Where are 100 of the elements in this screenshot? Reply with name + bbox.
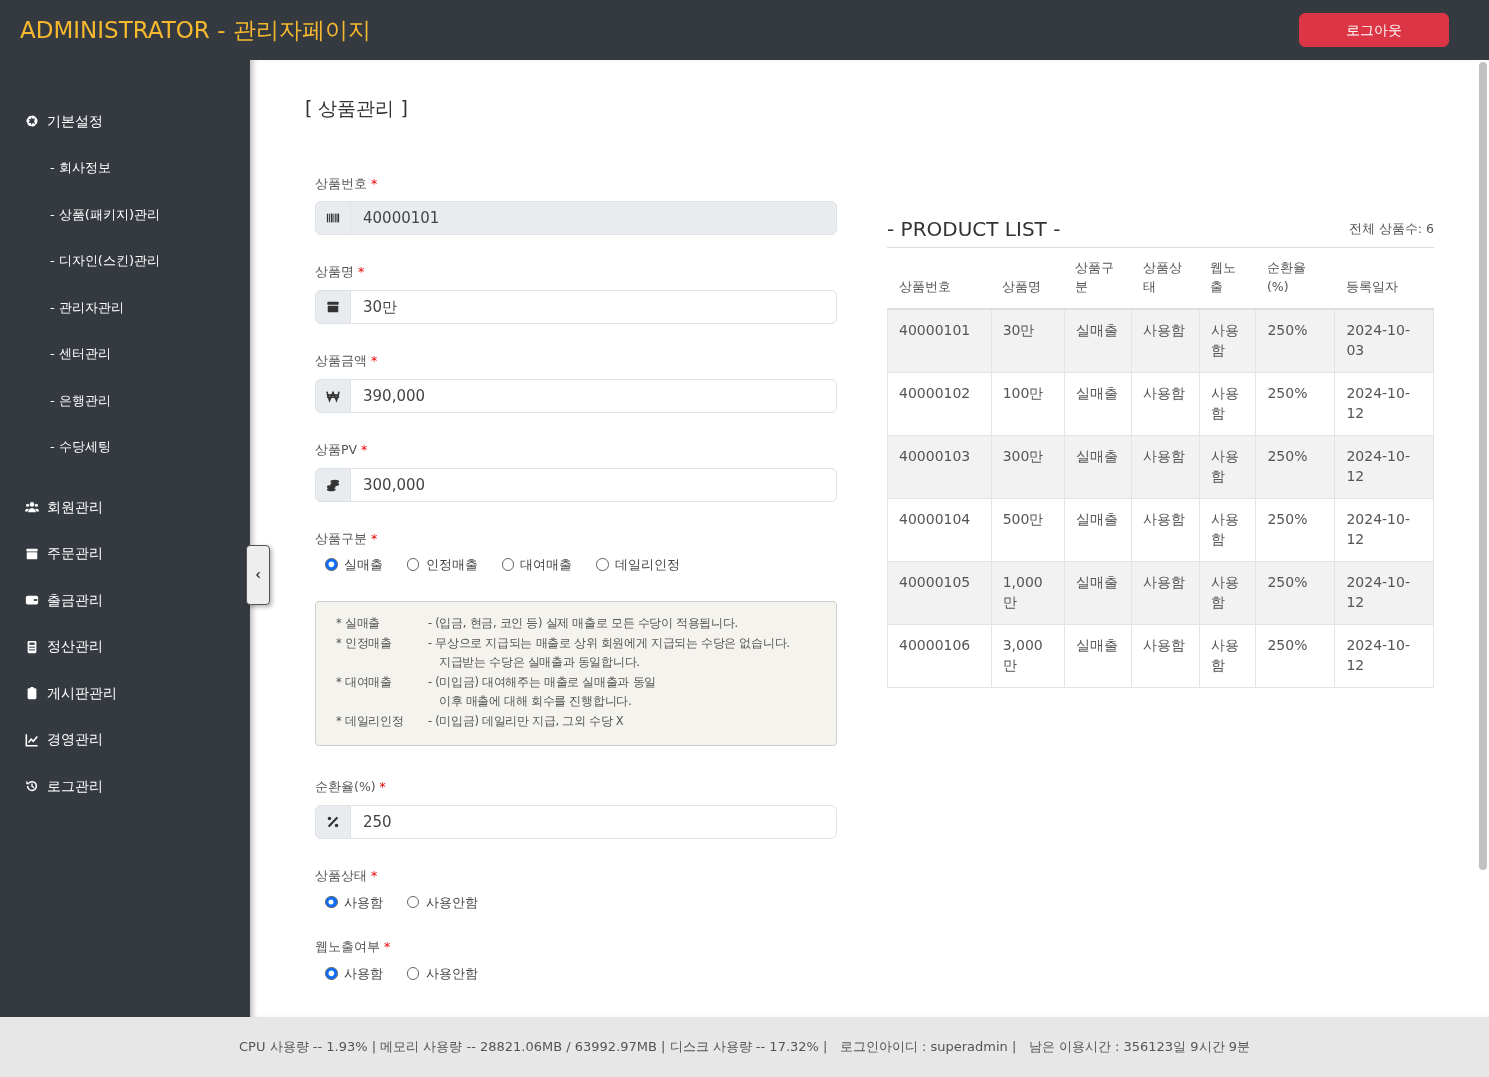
collapse-toggle-button[interactable] [246,545,270,605]
section-title: [ 상품관리 ] [305,96,409,121]
radio-button[interactable] [596,558,609,571]
sidebar-item[interactable]: 출금관리 [0,577,250,624]
radio-label[interactable]: 실매출 [343,556,383,575]
column-header: 웹노출 [1199,247,1256,309]
field-label: 상품상태 * [315,866,379,885]
table-cell: 2024-10-12 [1334,498,1434,561]
logout-button[interactable]: 로그아웃 [1299,13,1449,47]
table-cell: 250% [1255,435,1335,498]
table-cell: 1,000만 [991,561,1064,624]
radio-label[interactable]: 인정매출 [425,556,478,575]
calculator-icon [25,639,39,654]
table-cell: 사용함 [1199,498,1256,561]
table-cell: 사용함 [1131,624,1200,687]
submenu-item[interactable]: - 회사정보 [0,144,250,191]
required-mark: * [371,530,378,546]
table-cell: 250% [1255,561,1335,624]
total-count: 전체 상품수: 6 [1348,219,1434,238]
info-text: 이후 매출에 대해 회수를 진행합니다. [438,693,633,710]
table-cell: 2024-10-12 [1334,372,1434,435]
table-cell: 250% [1255,624,1335,687]
field-label: 상품구분 * [315,529,379,548]
submenu-item[interactable]: - 센터관리 [0,330,250,377]
radio-label[interactable]: 사용안함 [425,965,478,984]
sidebar-item[interactable]: 게시판관리 [0,670,250,717]
submenu-item[interactable]: - 수당세팅 [0,423,250,470]
radio-label[interactable]: 사용함 [343,893,383,913]
box-icon [326,300,340,314]
box-icon [25,546,39,561]
table-cell: 실매출 [1064,624,1132,687]
field-label: 웹노출여부 * [315,938,392,957]
table-cell: 40000105 [887,561,992,624]
table-cell: 실매출 [1064,498,1132,561]
table-cell: 실매출 [1064,435,1132,498]
info-text: - 무상으로 지급되는 매출로 상위 회원에게 지급되는 수당은 없습니다. [428,634,790,652]
table-cell: 사용함 [1131,372,1200,435]
submenu-item[interactable]: - 상품(패키지)관리 [0,191,250,238]
text-input[interactable]: 30만 [350,290,837,324]
radio-button[interactable] [325,967,338,980]
text-input[interactable]: 250 [350,804,837,839]
table-cell: 사용함 [1131,561,1200,624]
required-mark: * [371,867,378,883]
field-label: 상품금액 * [315,352,379,370]
table-cell: 실매출 [1064,372,1132,435]
table-cell: 40000101 [887,308,992,372]
scrollbar[interactable] [1479,62,1487,870]
column-header: 상품상태 [1131,247,1200,309]
radio-button[interactable] [325,558,338,571]
table-cell: 300만 [991,435,1064,498]
percent-icon [326,814,340,829]
info-text: - (미입금) 데일리만 지급, 그외 수당 X [428,712,624,730]
text-input[interactable]: 390,000 [350,378,837,413]
radio-button[interactable] [406,967,420,980]
required-mark: * [384,939,391,955]
sidebar-item[interactable]: 기본설정 [0,98,250,145]
table-cell: 100만 [991,372,1064,435]
info-text: - (미입금) 대여해주는 매출로 실매출과 동일 [428,673,656,691]
chevron-left-icon [253,569,263,581]
users-icon [25,500,39,515]
sidebar-item[interactable]: 경영관리 [0,716,250,763]
info-text: - (입금, 현금, 코인 등) 실제 매출로 모든 수당이 적용됩니다. [428,615,738,632]
line-chart-icon [25,732,39,747]
radio-label[interactable]: 대여매출 [520,556,573,575]
required-mark: * [371,175,378,191]
info-term: * 대여매출 [336,673,393,691]
sidebar-item[interactable]: 로그관리 [0,763,250,810]
sidebar-item[interactable]: 주문관리 [0,530,250,577]
sidebar-item[interactable]: 회원관리 [0,484,250,531]
info-text: 지급받는 수당은 실매출과 동일합니다. [438,654,641,671]
required-mark: * [371,353,378,368]
column-header: 등록일자 [1334,247,1434,309]
field-label: 상품번호 * [315,174,379,193]
status-bar: CPU 사용량 -- 1.93% | 메모리 사용량 -- 28821.06MB / 63992.97MB | 디스크 사용량 -- 17.32% | 로그인아이디 : superadmin | 남은 이용시간 : 356123일 9시간 9분 [0,1017,1489,1077]
submenu-item[interactable]: - 은행관리 [0,377,250,424]
radio-label[interactable]: 사용안함 [425,893,478,913]
radio-button[interactable] [406,895,420,908]
history-icon [25,779,39,794]
text-input[interactable]: 300,000 [350,467,837,502]
radio-label[interactable]: 데일리인정 [615,556,680,575]
submenu-item[interactable]: - 디자인(스킨)관리 [0,237,250,284]
table-cell: 사용함 [1131,498,1200,561]
radio-button[interactable] [406,558,420,571]
radio-label[interactable]: 사용함 [343,965,383,984]
page-heading: ADMINISTRATOR - 관리자페이지 [20,15,371,45]
radio-button[interactable] [501,558,514,571]
sidebar-item[interactable]: 정산관리 [0,623,250,670]
required-mark: * [361,441,368,457]
submenu-item[interactable]: - 관리자관리 [0,284,250,331]
won-icon [326,388,340,403]
table-cell: 250% [1255,308,1335,372]
required-mark: * [379,779,386,794]
column-header: 상품구분 [1064,247,1132,309]
radio-button[interactable] [325,895,338,908]
coins-icon [326,477,340,492]
table-cell: 2024-10-12 [1334,624,1434,687]
column-header: 상품번호 [887,247,992,309]
table-cell: 40000104 [887,498,992,561]
gear-icon [25,114,39,129]
table-cell: 사용함 [1199,308,1256,372]
